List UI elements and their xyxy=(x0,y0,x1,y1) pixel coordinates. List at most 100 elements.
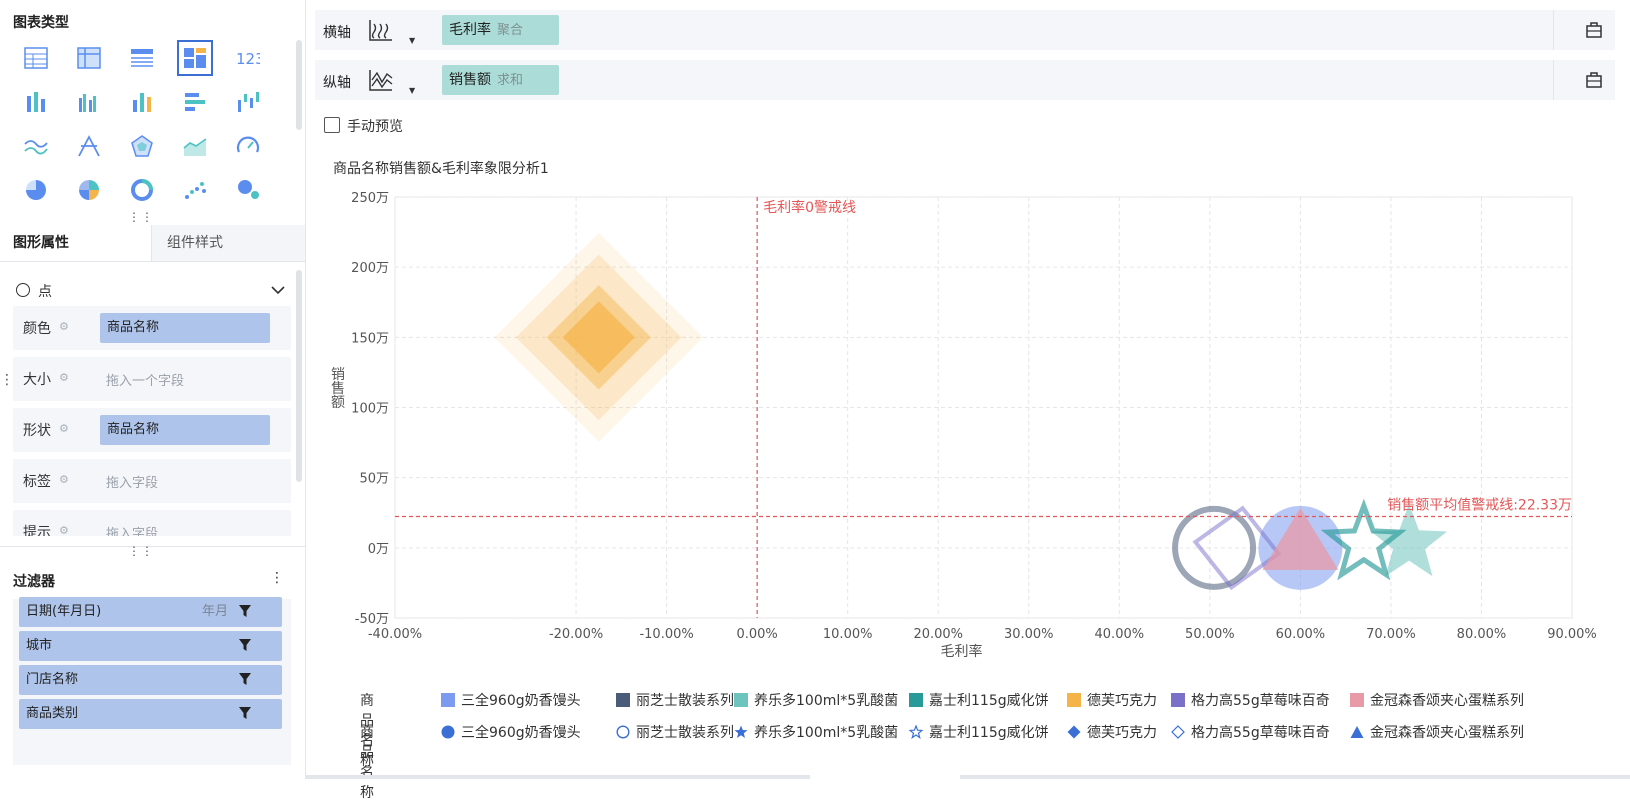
bottom-scrollbar[interactable] xyxy=(960,775,1630,779)
table-icon[interactable] xyxy=(18,40,54,76)
mark-type-select[interactable]: 点 xyxy=(13,280,291,309)
chart-types-scrollbar[interactable] xyxy=(296,40,302,130)
legend-label: 金冠森香颂夹心蛋糕系列 xyxy=(1370,725,1524,741)
filter-title: 过滤器 xyxy=(13,574,55,590)
divider xyxy=(1553,60,1554,100)
bar-chart-icon[interactable] xyxy=(124,84,160,120)
donut-chart-icon[interactable] xyxy=(124,172,160,208)
resize-handle-icon[interactable]: ⋮⋮ xyxy=(128,210,154,224)
y-axis-bar[interactable]: 纵轴 ▼ 销售额 求和 xyxy=(315,60,1615,100)
cross-table-icon[interactable] xyxy=(71,40,107,76)
property-scrollbar[interactable] xyxy=(296,270,302,482)
legend-label: 德芙巧克力 xyxy=(1087,693,1157,709)
pie-chart-icon[interactable] xyxy=(18,172,54,208)
property-field-pill[interactable]: 商品名称 xyxy=(100,313,270,343)
bubble-icon[interactable] xyxy=(230,172,266,208)
horizontal-bar-icon[interactable] xyxy=(177,84,213,120)
property-label: 形状 xyxy=(23,423,51,439)
x-tick-label: -20.00% xyxy=(549,627,603,642)
gear-icon[interactable]: ⚙ xyxy=(59,321,71,333)
multi-pie-icon[interactable] xyxy=(71,172,107,208)
x-tick-label: 50.00% xyxy=(1185,627,1235,642)
briefcase-icon[interactable] xyxy=(1585,21,1603,39)
filter-item[interactable]: 城市 xyxy=(19,631,282,661)
gear-icon[interactable]: ⚙ xyxy=(59,474,71,486)
property-drop-placeholder[interactable]: 拖入字段 xyxy=(106,472,158,491)
waterfall-icon[interactable] xyxy=(230,84,266,120)
legend-swatch xyxy=(616,693,630,707)
briefcase-icon[interactable] xyxy=(1585,71,1603,89)
property-row[interactable]: 提示 ⚙ 拖入字段 xyxy=(13,510,291,536)
property-drop-placeholder[interactable]: 拖入字段 xyxy=(106,523,158,536)
x-tick-label: 20.00% xyxy=(913,627,963,642)
y-axis-type-icon[interactable] xyxy=(368,68,394,92)
filter-item[interactable]: 日期(年月日) 年月 xyxy=(19,597,282,627)
chart-title: 商品名称销售额&毛利率象限分析1 xyxy=(333,161,549,177)
detail-table-icon[interactable] xyxy=(124,40,160,76)
x-axis-caret-icon[interactable]: ▼ xyxy=(409,36,415,45)
legend-label: 丽芝士散装系列 xyxy=(636,725,734,741)
radar-chart-icon[interactable] xyxy=(124,128,160,164)
stacked-bar-icon[interactable] xyxy=(18,84,54,120)
gear-icon[interactable]: ⚙ xyxy=(59,372,71,384)
bottom-scrollbar[interactable] xyxy=(305,775,810,779)
legend-swatch xyxy=(1067,693,1081,707)
tab-component-style[interactable]: 组件样式 xyxy=(151,225,305,261)
property-tabs: 图形属性 组件样式 xyxy=(0,225,305,262)
left-panel: 图表类型 123 ⋮⋮ 图形属性 组件样式 点 颜色 ⚙ 商品名称 大小 ⚙ 拖入一个字段… xyxy=(0,0,306,779)
scatter-icon[interactable] xyxy=(177,172,213,208)
gear-icon[interactable]: ⚙ xyxy=(59,423,71,435)
y-tick-label: 100万 xyxy=(351,402,389,417)
chevron-down-icon xyxy=(271,286,285,295)
area-chart-icon[interactable] xyxy=(177,128,213,164)
line-chart-icon[interactable] xyxy=(18,128,54,164)
circle-mark-icon xyxy=(16,283,30,297)
gear-icon[interactable]: ⚙ xyxy=(59,525,71,537)
property-row[interactable]: 大小 ⚙ 拖入一个字段 xyxy=(13,357,291,401)
funnel-icon[interactable] xyxy=(238,672,252,686)
legend-label: 丽芝士散装系列 xyxy=(636,693,734,709)
legend-label: 金冠森香颂夹心蛋糕系列 xyxy=(1370,693,1524,709)
funnel-icon[interactable] xyxy=(238,604,252,618)
chart-types-title: 图表类型 xyxy=(13,15,69,31)
property-row[interactable]: 形状 ⚙ 商品名称 xyxy=(13,408,291,452)
property-row[interactable]: 颜色 ⚙ 商品名称 xyxy=(13,306,291,350)
x-tick-label: 40.00% xyxy=(1095,627,1145,642)
funnel-icon[interactable] xyxy=(238,706,252,720)
legend-swatch xyxy=(441,693,455,707)
x-tick-label: -40.00% xyxy=(368,627,422,642)
dashboard-card-icon[interactable] xyxy=(177,40,213,76)
circle-filled-icon xyxy=(441,725,455,739)
y-field-pill[interactable]: 销售额 求和 xyxy=(442,65,559,95)
kpi-number-icon[interactable]: 123 xyxy=(230,40,266,76)
gauge-icon[interactable] xyxy=(230,128,266,164)
x-axis-bar[interactable]: 横轴 ▼ 毛利率 聚合 xyxy=(315,10,1615,50)
filter-item[interactable]: 门店名称 xyxy=(19,665,282,695)
tab-graphic-properties[interactable]: 图形属性 xyxy=(13,225,69,261)
x-tick-label: 0.00% xyxy=(736,627,777,642)
radar-line-icon[interactable] xyxy=(71,128,107,164)
funnel-icon[interactable] xyxy=(238,638,252,652)
y-field-agg: 求和 xyxy=(497,73,524,88)
filter-item[interactable]: 商品类别 xyxy=(19,699,282,729)
diamond-hollow-icon xyxy=(1171,725,1185,739)
grouped-bar-icon[interactable] xyxy=(71,84,107,120)
more-options-icon[interactable]: ⋮ xyxy=(270,570,284,586)
x-axis-type-icon[interactable] xyxy=(368,18,394,42)
manual-preview-checkbox[interactable] xyxy=(324,117,340,133)
property-row[interactable]: 标签 ⚙ 拖入字段 xyxy=(13,459,291,503)
y-axis-label: 纵轴 xyxy=(323,75,351,91)
resize-handle-icon[interactable]: ⋮⋮ xyxy=(128,544,154,558)
legend-swatch xyxy=(1350,693,1364,707)
y-tick-label: 0万 xyxy=(368,542,389,557)
legend-label: 三全960g奶香馒头 xyxy=(461,693,581,709)
y-axis-caret-icon[interactable]: ▼ xyxy=(409,86,415,95)
property-field-pill[interactable]: 商品名称 xyxy=(100,415,270,445)
left-edge-handle-icon[interactable]: ⋮ xyxy=(0,372,14,388)
property-drop-placeholder[interactable]: 拖入一个字段 xyxy=(106,370,184,389)
scatter-chart[interactable]: -40.00% -20.00% -10.00% 0.00% 10.00% 20.00% 30… xyxy=(315,180,1615,670)
x-tick-label: -10.00% xyxy=(639,627,693,642)
x-field-pill[interactable]: 毛利率 聚合 xyxy=(442,15,559,45)
star-hollow-icon xyxy=(909,725,923,739)
x-tick-label: 10.00% xyxy=(823,627,873,642)
